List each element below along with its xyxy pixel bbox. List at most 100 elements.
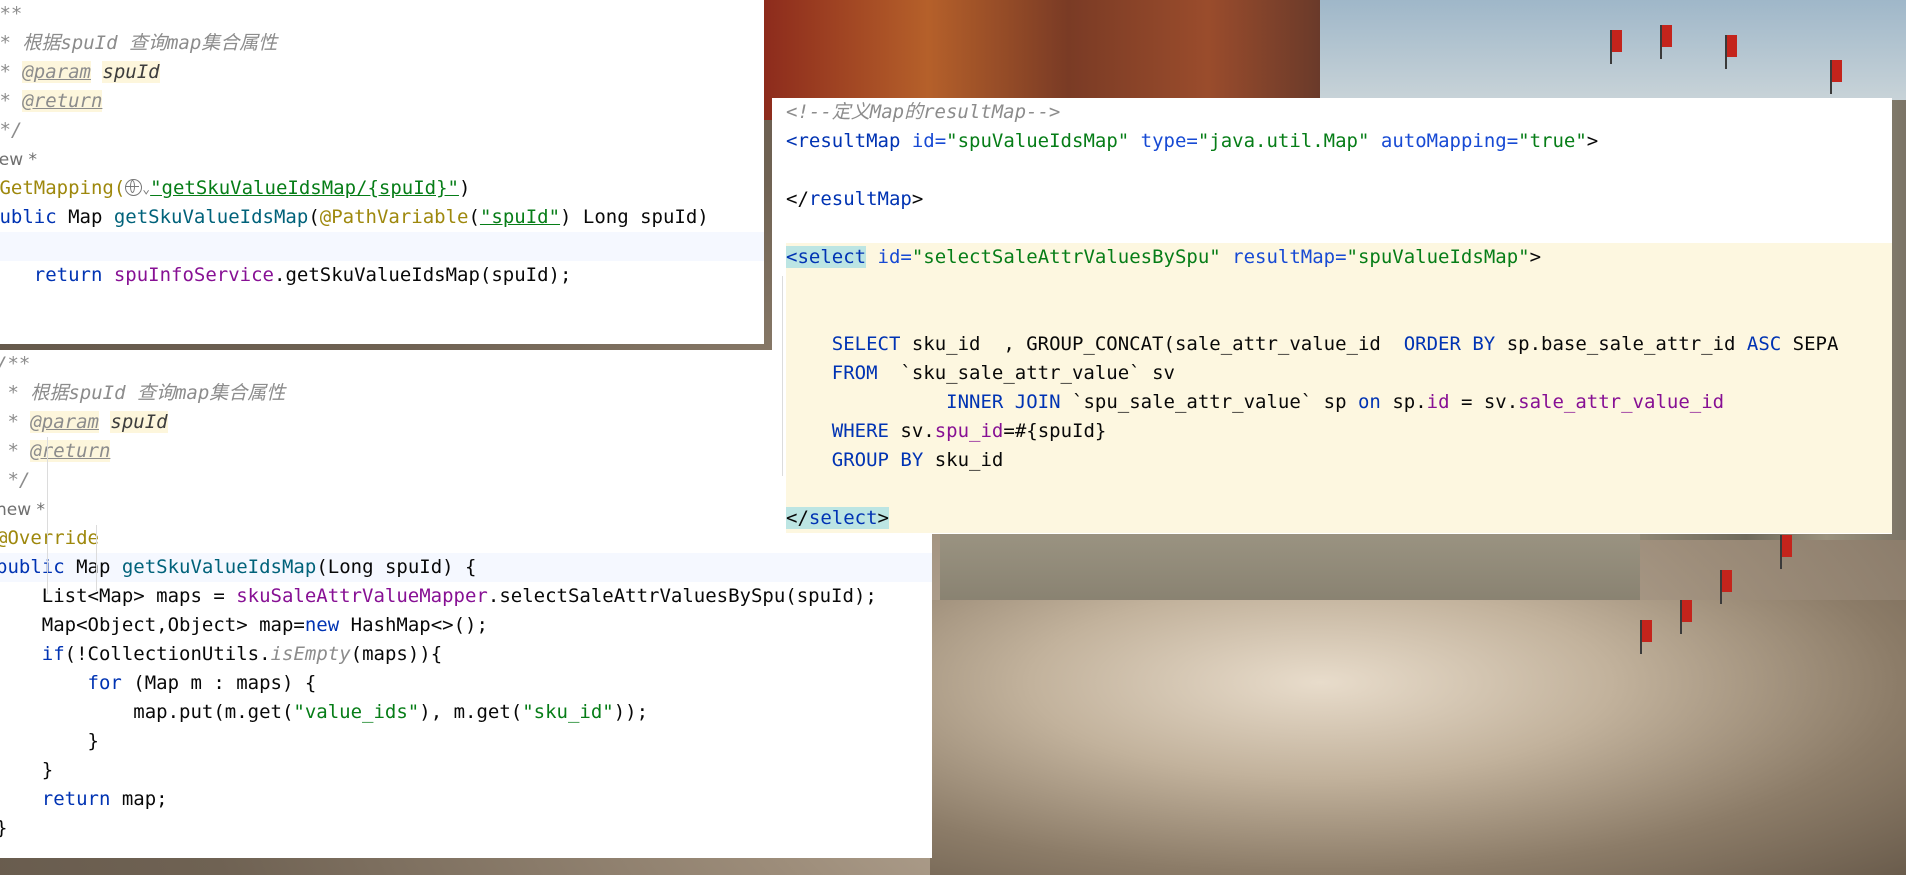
code-token: public [0, 556, 77, 578]
code-line[interactable]: return map; [0, 785, 932, 814]
code-line[interactable]: SELECT sku_id , GROUP_CONCAT(sale_attr_v… [786, 330, 1892, 359]
code-token: resultMap= [1232, 246, 1347, 268]
code-line[interactable]: } [0, 727, 932, 756]
code-token: id= [911, 130, 947, 152]
code-line[interactable]: </resultMap> [786, 185, 1892, 214]
code-token: sv. [900, 420, 935, 442]
code-line[interactable]: for (Map m : maps) { [0, 669, 932, 698]
code-line[interactable]: <!--定义Map的resultMap--> [786, 98, 1892, 127]
code-line[interactable]: <resultMap id="spuValueIdsMap" type="jav… [786, 127, 1892, 156]
code-line[interactable]: } [0, 814, 932, 843]
code-token: "getSkuValueIdsMap/{spuId}" [150, 177, 459, 199]
code-token: `spu_sale_attr_value` sp [1072, 391, 1358, 413]
code-line[interactable]: public Map getSkuValueIdsMap(@PathVariab… [0, 203, 764, 232]
code-line[interactable] [786, 214, 1892, 243]
code-line[interactable]: Map<Object,Object> map=new HashMap<>(); [0, 611, 932, 640]
code-token: sku_id [934, 449, 1004, 471]
code-token: spuInfoService [113, 264, 274, 286]
code-token: return [41, 788, 122, 810]
mapper-xml-code-panel[interactable]: <!--定义Map的resultMap--> <resultMap id="spu… [772, 98, 1892, 534]
globe-icon [125, 179, 143, 196]
code-token: */ [7, 469, 31, 491]
code-token: FROM [831, 362, 901, 384]
indent-guide [96, 525, 97, 591]
code-line[interactable]: public Map getSkuValueIdsMap(Long spuId)… [0, 553, 932, 582]
code-token: <select [786, 246, 867, 268]
code-token: .getSkuValueIdsMap(spuId); [274, 264, 572, 286]
code-token: @Override [0, 527, 99, 549]
code-line[interactable]: * 根据spuId 查询map集合属性 [0, 29, 764, 58]
code-line[interactable] [786, 272, 1892, 301]
code-token: } [0, 730, 99, 752]
code-line[interactable] [0, 290, 764, 319]
code-token: getSkuValueIdsMap [113, 206, 309, 228]
code-token: `sku_sale_attr_value` sv [900, 362, 1175, 384]
code-token: .selectSaleAttrValuesBySpu(spuId); [487, 585, 877, 607]
code-token: HashMap<>(); [350, 614, 488, 636]
code-token: id= [877, 246, 912, 268]
code-line[interactable]: FROM `sku_sale_attr_value` sv [786, 359, 1892, 388]
code-token: * 根据spuId 查询map集合属性 [0, 382, 286, 404]
code-line[interactable]: @GetMapping(⌄"getSkuValueIdsMap/{spuId}"… [0, 174, 764, 203]
code-line[interactable]: } [0, 756, 932, 785]
code-line[interactable] [786, 156, 1892, 185]
indent-guide [782, 276, 783, 476]
code-line[interactable]: * @return [0, 87, 764, 116]
code-line[interactable]: */ [0, 116, 764, 145]
code-token: ORDER BY [1403, 333, 1507, 355]
code-token: SEPA [1792, 333, 1839, 355]
code-line[interactable] [786, 301, 1892, 330]
code-line[interactable]: map.put(m.get("value_ids"), m.get("sku_i… [0, 698, 932, 727]
code-token: resultMap [808, 188, 912, 210]
code-line[interactable]: WHERE sv.spu_id=#{spuId} [786, 417, 1892, 446]
code-line[interactable]: INNER JOIN `spu_sale_attr_value` sp on s… [786, 388, 1892, 417]
code-line[interactable]: if(!CollectionUtils.isEmpty(maps)){ [0, 640, 932, 669]
code-token: getSkuValueIdsMap [121, 556, 317, 578]
code-token: > [1586, 130, 1599, 152]
code-token: = sv. [1460, 391, 1519, 413]
code-token: map.put(m.get( [0, 701, 294, 723]
code-token: Map [68, 206, 114, 228]
code-line[interactable]: return spuInfoService.getSkuValueIdsMap(… [0, 261, 764, 290]
code-token: SELECT [831, 333, 912, 355]
code-token: "selectSaleAttrValuesBySpu" [911, 246, 1233, 268]
code-line[interactable]: * @param spuId [0, 58, 764, 87]
code-line[interactable]: List<Map> maps = skuSaleAttrValueMapper.… [0, 582, 932, 611]
code-line[interactable]: </select> [786, 504, 1892, 533]
code-token: Map [76, 556, 122, 578]
code-token: new * [0, 500, 46, 520]
code-token: * 根据spuId 查询map集合属性 [0, 32, 278, 54]
code-line[interactable] [0, 232, 764, 261]
code-token: </ [786, 188, 809, 210]
code-token: public [0, 206, 57, 228]
controller-code-panel[interactable]: /** * 根据spuId 查询map集合属性 * @param spuId *… [0, 0, 764, 344]
code-token: > [911, 188, 924, 210]
code-token: INNER JOIN [946, 391, 1072, 413]
code-token: > [877, 507, 889, 529]
code-token: on [1357, 391, 1393, 413]
code-line[interactable]: <select id="selectSaleAttrValuesBySpu" r… [786, 243, 1892, 272]
code-token: (Long spuId) { [316, 556, 477, 578]
code-line[interactable]: GROUP BY sku_id [786, 446, 1892, 475]
code-token: if [41, 643, 65, 665]
code-line[interactable]: new * [0, 145, 764, 174]
code-token: "true" [1518, 130, 1587, 152]
code-token: sku_id , GROUP_CONCAT(sale_attr_value_id [911, 333, 1404, 355]
code-token: @param [22, 61, 91, 83]
code-token: sp. [1392, 391, 1427, 413]
code-token: spuId [110, 411, 168, 433]
code-token: GROUP BY [831, 449, 935, 471]
code-token: new [304, 614, 351, 636]
code-token: } [0, 817, 7, 839]
indent-guide [47, 437, 48, 594]
code-line[interactable]: /** [0, 0, 764, 29]
code-line[interactable] [786, 475, 1892, 504]
code-token: return [0, 264, 114, 286]
